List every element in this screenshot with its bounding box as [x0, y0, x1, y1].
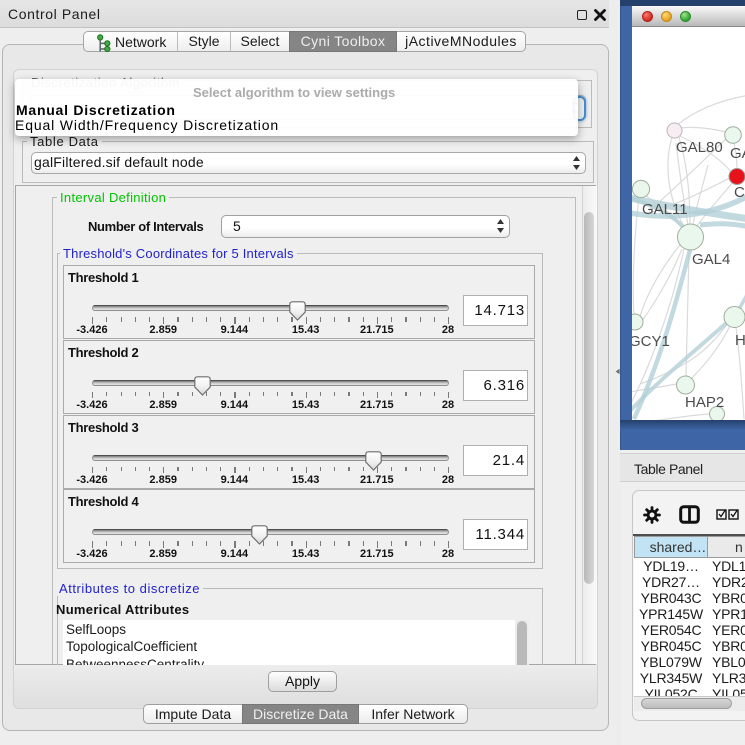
svg-text:HIS: HIS	[735, 332, 745, 349]
svg-text:GAL4: GAL4	[692, 251, 730, 268]
svg-text:GAL80: GAL80	[676, 139, 723, 156]
svg-text:HAP2: HAP2	[685, 394, 724, 411]
svg-text:CD: CD	[734, 184, 745, 201]
svg-text:GA: GA	[730, 145, 745, 162]
svg-text:GCY1: GCY1	[632, 333, 670, 350]
svg-text:GAL11: GAL11	[642, 201, 688, 218]
